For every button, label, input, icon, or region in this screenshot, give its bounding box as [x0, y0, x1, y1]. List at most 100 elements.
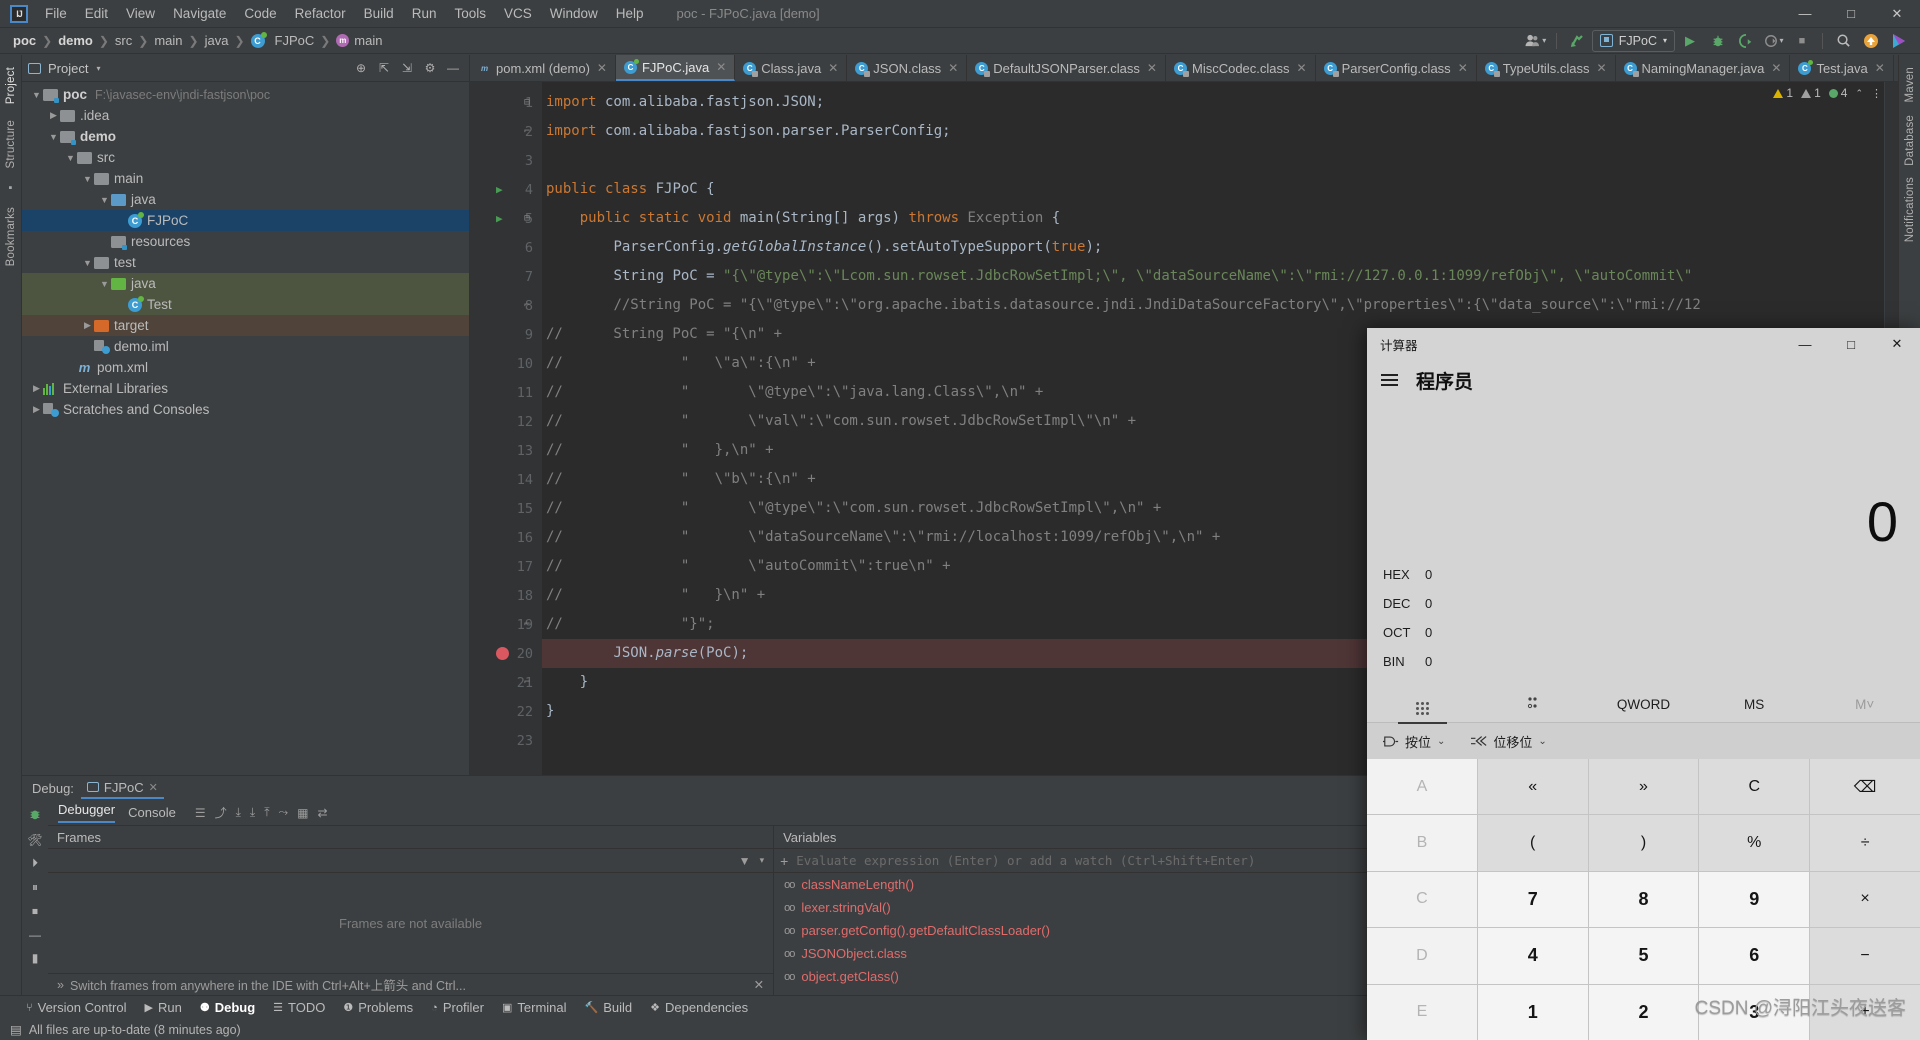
breadcrumb-item-fjpoc[interactable]: C FJPoC	[246, 31, 320, 50]
tree-item-test[interactable]: ▼ test	[22, 252, 469, 273]
breadcrumb-item-demo[interactable]: demo	[53, 31, 98, 50]
calc-key-[interactable]: »	[1588, 759, 1699, 815]
calc-key-[interactable]: +	[1810, 984, 1920, 1040]
gutter-line-5[interactable]: ▶ ⊟ 5	[470, 204, 542, 233]
debug-rerun-icon[interactable]	[28, 807, 42, 824]
sidebar-item-maven[interactable]: Maven	[1902, 61, 1918, 109]
code-line-3[interactable]	[542, 146, 1898, 175]
breadcrumb-item-java[interactable]: java	[200, 31, 234, 50]
gutter-line-8[interactable]: ⌐ 8	[470, 291, 542, 320]
tool-tab-problems[interactable]: ❶ Problems	[343, 1000, 413, 1015]
sidebar-item-database[interactable]: Database	[1902, 109, 1918, 172]
close-tab-icon[interactable]: ✕	[948, 61, 958, 75]
menu-item-run[interactable]: Run	[403, 2, 446, 25]
calc-key-4[interactable]: 4	[1477, 928, 1588, 984]
gutter-line-9[interactable]: 9	[470, 320, 542, 349]
step-over-icon[interactable]: ⤴	[215, 804, 227, 821]
debug-button[interactable]	[1705, 30, 1731, 52]
calc-key-[interactable]: %	[1699, 815, 1810, 871]
tree-expand-arrow[interactable]: ▼	[81, 258, 94, 268]
tree-item-test[interactable]: C Test	[22, 294, 469, 315]
menu-item-view[interactable]: View	[117, 2, 164, 25]
debug-tab-console[interactable]: Console	[128, 805, 176, 820]
breakpoint-icon[interactable]	[496, 647, 509, 660]
tree-expand-arrow[interactable]: ▼	[64, 153, 77, 163]
close-tab-icon[interactable]: ✕	[1771, 61, 1781, 75]
code-line-7[interactable]: String PoC = "{\"@type\":\"Lcom.sun.rows…	[542, 262, 1898, 291]
debug-session-tab[interactable]: FJPoC ✕	[80, 778, 164, 799]
menu-item-navigate[interactable]: Navigate	[164, 2, 235, 25]
gutter-line-21[interactable]: ⌐ 21	[470, 668, 542, 697]
code-line-5[interactable]: public static void main(String[] args) t…	[542, 204, 1898, 233]
editor-tab-parserconfig-class[interactable]: C ParserConfig.class ✕	[1316, 55, 1477, 81]
tree-expand-arrow[interactable]: ▼	[81, 174, 94, 184]
editor-tab-class-java[interactable]: C Class.java ✕	[735, 55, 848, 81]
debug-pause-icon[interactable]: ⏸	[32, 880, 38, 895]
minimize-button[interactable]: —	[1782, 0, 1828, 28]
breadcrumb-item-main[interactable]: main	[149, 31, 187, 50]
menu-item-window[interactable]: Window	[541, 2, 607, 25]
editor-tab-misccodec-class[interactable]: C MiscCodec.class ✕	[1166, 55, 1316, 81]
calc-key-7[interactable]: 7	[1477, 871, 1588, 928]
hide-panel-icon[interactable]: —	[443, 58, 463, 78]
gutter-line-1[interactable]: ⊟ 1	[470, 88, 542, 117]
calc-key-[interactable]: ×	[1810, 871, 1920, 928]
run-gutter-icon[interactable]: ▶	[496, 212, 503, 225]
calc-key-8[interactable]: 8	[1588, 871, 1699, 928]
settings-icon[interactable]: ⇄	[317, 806, 327, 820]
calc-key-2[interactable]: 2	[1588, 984, 1699, 1040]
maximize-button[interactable]: □	[1828, 0, 1874, 28]
bit-toggle-icon[interactable]	[1478, 695, 1589, 714]
gutter-line-6[interactable]: 6	[470, 233, 542, 262]
debug-more-icon[interactable]: ▮	[32, 951, 39, 965]
gutter-line-15[interactable]: 15	[470, 494, 542, 523]
editor-tab-namingmanager-java[interactable]: C NamingManager.java ✕	[1616, 55, 1791, 81]
force-step-into-icon[interactable]: ⤓	[250, 805, 255, 820]
gutter-line-12[interactable]: 12	[470, 407, 542, 436]
calc-key-[interactable]: −	[1810, 928, 1920, 984]
frames-expand-icon[interactable]: »	[57, 978, 64, 992]
close-tab-icon[interactable]: ✕	[1875, 61, 1885, 75]
debug-settings-icon[interactable]: 🛠	[27, 833, 42, 847]
gutter-line-19[interactable]: ⌐ 19	[470, 610, 542, 639]
code-fold-icon[interactable]: ⌐	[524, 619, 530, 630]
breadcrumb-item-src[interactable]: src	[110, 31, 137, 50]
calc-key-1[interactable]: 1	[1477, 984, 1588, 1040]
gutter-line-17[interactable]: 17	[470, 552, 542, 581]
tool-tab-build[interactable]: 🔨 Build	[585, 1000, 633, 1015]
ide-assistant-icon[interactable]	[1886, 30, 1912, 52]
calc-key-C[interactable]: C	[1367, 871, 1477, 928]
tree-item-scratches-and-consoles[interactable]: ▶ Scratches and Consoles	[22, 399, 469, 420]
step-out-icon[interactable]: ⤒	[264, 805, 269, 820]
tool-tab-version-control[interactable]: ⑂ Version Control	[26, 1000, 127, 1015]
calc-key-C[interactable]: C	[1699, 759, 1810, 815]
editor-tab-defaultjsonparser-class[interactable]: C DefaultJSONParser.class ✕	[967, 55, 1166, 81]
inspection-widget[interactable]: 1 1 4 ⌃ ⋮	[1773, 86, 1882, 100]
run-configuration-selector[interactable]: FJPoC ▾	[1591, 29, 1675, 52]
debug-stop-icon[interactable]: ⏹	[32, 904, 38, 919]
tree-item-fjpoc[interactable]: C FJPoC	[22, 210, 469, 231]
evaluate-expression-icon[interactable]: ▦	[297, 806, 308, 820]
hamburger-menu-icon[interactable]	[1381, 374, 1398, 386]
menu-item-build[interactable]: Build	[355, 2, 403, 25]
calc-key-E[interactable]: E	[1367, 984, 1477, 1040]
step-into-icon[interactable]: ⤓	[236, 805, 241, 820]
code-fold-icon[interactable]: ⊟	[524, 213, 530, 224]
memory-dropdown-button[interactable]: M˅	[1809, 697, 1920, 712]
bitwise-button[interactable]: 按位 ⌄	[1383, 732, 1445, 751]
menu-item-help[interactable]: Help	[607, 2, 653, 25]
tree-expand-arrow[interactable]: ▶	[47, 110, 60, 121]
tree-expand-arrow[interactable]: ▼	[47, 132, 60, 142]
gutter-line-13[interactable]: 13	[470, 436, 542, 465]
close-button[interactable]: ✕	[1874, 0, 1920, 28]
gutter-line-7[interactable]: 7	[470, 262, 542, 291]
menu-item-file[interactable]: File	[36, 2, 76, 25]
menu-item-tools[interactable]: Tools	[445, 2, 495, 25]
debug-mute-breakpoints-icon[interactable]: —	[29, 928, 41, 942]
locate-icon[interactable]: ⊕	[351, 58, 371, 78]
tool-tab-dependencies[interactable]: ❖ Dependencies	[650, 1000, 748, 1015]
sidebar-item-notifications[interactable]: Notifications	[1902, 171, 1918, 248]
code-fold-icon[interactable]: ⌐	[524, 126, 530, 137]
debug-tab-debugger[interactable]: Debugger	[58, 802, 116, 823]
gutter-line-16[interactable]: 16	[470, 523, 542, 552]
